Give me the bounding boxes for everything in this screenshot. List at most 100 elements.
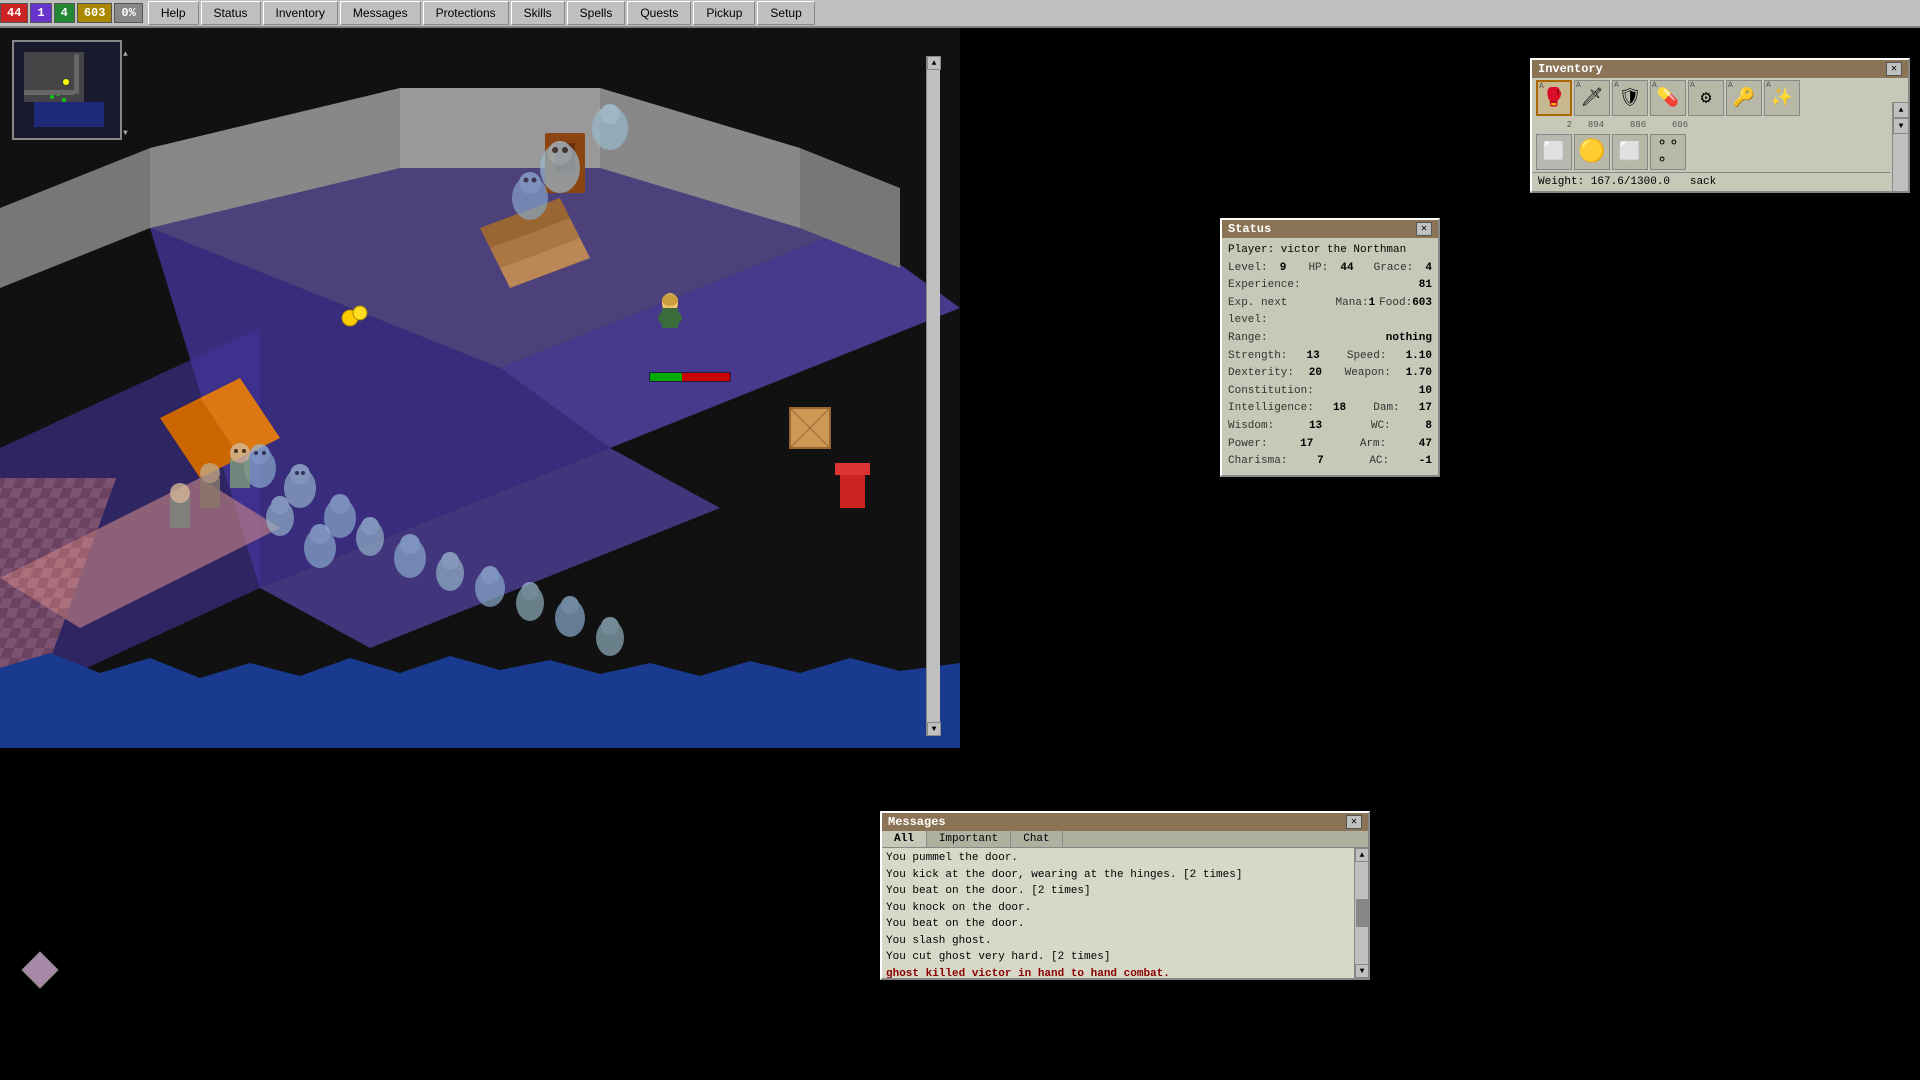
menu-bar: 44 1 4 603 0% Help Status Inventory Mess… [0, 0, 1920, 28]
status-panel-title: Status [1228, 222, 1271, 236]
inv-slot-7[interactable]: 🟡 [1574, 134, 1610, 170]
status-player-row: Player: victor the Northman [1228, 242, 1432, 260]
weapon-label: Weapon: [1345, 365, 1391, 383]
wis-label: Wisdom: [1228, 418, 1274, 436]
spells-button[interactable]: Spells [567, 1, 626, 25]
messages-button[interactable]: Messages [340, 1, 421, 25]
inv-slot-9[interactable]: ⚬⚬⚬ [1650, 134, 1686, 170]
hp-stat: 44 [0, 3, 28, 23]
status-range-row: Range: nothing [1228, 330, 1432, 348]
msg-scrollthumb[interactable] [1356, 899, 1370, 927]
setup-button[interactable]: Setup [757, 1, 814, 25]
inv-scroll-dn[interactable]: ▼ [1893, 118, 1909, 134]
arm-label: Arm: [1360, 436, 1386, 454]
status-int-row: Intelligence: 18 Dam: 17 [1228, 400, 1432, 418]
pickup-button[interactable]: Pickup [693, 1, 755, 25]
msg-tab-all[interactable]: All [882, 831, 927, 847]
exp-label: Experience: [1228, 277, 1301, 295]
range-label: Range: [1228, 330, 1268, 348]
msg-line-3: You knock on the door. [886, 900, 1364, 917]
status-panel-content: Player: victor the Northman Level: 9 HP:… [1222, 238, 1438, 475]
status-exp-row: Experience: 81 [1228, 277, 1432, 295]
skills-button[interactable]: Skills [511, 1, 565, 25]
iso-scene-svg [0, 28, 960, 748]
food-label2: Food: [1379, 295, 1412, 330]
exp-val: 81 [1419, 277, 1432, 295]
mana-stat: 1 [30, 3, 51, 23]
wc-label: WC: [1371, 418, 1391, 436]
status-player: Player: victor the Northman [1228, 242, 1406, 260]
minimap-scroll-up[interactable]: ▲ [123, 50, 128, 59]
msg-panel-title: Messages [888, 815, 946, 829]
game-scene[interactable] [0, 28, 960, 748]
status-str-row: Strength: 13 Speed: 1.10 [1228, 348, 1432, 366]
pow-val: 17 [1300, 436, 1313, 454]
inv-slot-3[interactable]: A 💊 [1650, 80, 1686, 116]
status-pow-row: Power: 17 Arm: 47 [1228, 436, 1432, 454]
inv-scroll-up[interactable]: ▲ [1893, 102, 1909, 118]
inv-slot-4[interactable]: A ⚙ [1688, 80, 1724, 116]
dam-val: 17 [1419, 400, 1432, 418]
con-label: Constitution: [1228, 383, 1314, 401]
hp-val: 44 [1340, 260, 1353, 278]
inv-scrollbar[interactable]: ▲ ▼ [1892, 102, 1908, 191]
map-scroll-dn-btn[interactable]: ▼ [927, 722, 941, 736]
msg-line-6: You cut ghost very hard. [2 times] [886, 949, 1364, 966]
inv-weight-text: Weight: 167.6/1300.0 [1538, 176, 1670, 188]
str-label: Strength: [1228, 348, 1287, 366]
msg-scroll-up[interactable]: ▲ [1355, 848, 1369, 862]
speed-label: Speed: [1347, 348, 1387, 366]
msg-panel-titlebar: Messages ✕ [882, 813, 1368, 831]
inv-panel-title: Inventory [1538, 62, 1603, 76]
msg-tab-chat[interactable]: Chat [1011, 831, 1062, 847]
minimap[interactable] [12, 40, 122, 140]
speed-val: 1.10 [1406, 348, 1432, 366]
map-scroll-up-btn[interactable]: ▲ [927, 56, 941, 70]
inv-slot-6[interactable]: A ✨ [1764, 80, 1800, 116]
grace-label: Grace: [1374, 260, 1414, 278]
msg-line-4: You beat on the door. [886, 916, 1364, 933]
dex-val: 20 [1309, 365, 1322, 383]
status-button[interactable]: Status [201, 1, 261, 25]
compass-svg [20, 950, 60, 990]
inv-slot-2[interactable]: A 🛡 [1612, 80, 1648, 116]
help-button[interactable]: Help [148, 1, 199, 25]
msg-content[interactable]: You pummel the door. You kick at the doo… [882, 848, 1368, 978]
status-panel: Status ✕ Player: victor the Northman Lev… [1220, 218, 1440, 477]
msg-line-2: You beat on the door. [2 times] [886, 883, 1364, 900]
food-val2: 603 [1412, 295, 1432, 330]
protections-button[interactable]: Protections [423, 1, 509, 25]
pct-stat: 0% [114, 3, 142, 23]
msg-panel-close[interactable]: ✕ [1346, 815, 1362, 829]
inv-panel-titlebar: Inventory ✕ [1532, 60, 1908, 78]
mana-val2: 1 [1369, 295, 1376, 330]
minimap-scroll-dn[interactable]: ▼ [123, 129, 128, 138]
status-level-row: Level: 9 HP: 44 Grace: 4 [1228, 260, 1432, 278]
status-wis-row: Wisdom: 13 WC: 8 [1228, 418, 1432, 436]
inv-slot-0[interactable]: A 🥊 [1536, 80, 1572, 116]
hp-label: HP: [1308, 260, 1328, 278]
cha-val: 7 [1317, 453, 1324, 471]
map-scrollbar-v[interactable]: ▲ ▼ [926, 56, 940, 736]
inv-slot-5[interactable]: A 🔑 [1726, 80, 1762, 116]
dex-label: Dexterity: [1228, 365, 1294, 383]
quests-button[interactable]: Quests [627, 1, 691, 25]
inv-labels-row: 2 894 886 606 [1532, 118, 1890, 132]
weapon-val: 1.70 [1406, 365, 1432, 383]
gold-stat: 603 [77, 3, 113, 23]
msg-line-7: ghost killed victor in hand to hand comb… [886, 966, 1364, 979]
minimap-controls: ▲ ▼ [123, 50, 128, 138]
inv-sack-text: sack [1690, 176, 1716, 188]
msg-tab-important[interactable]: Important [927, 831, 1011, 847]
msg-scrollbar[interactable]: ▲ ▼ [1354, 848, 1368, 978]
msg-line-0: You pummel the door. [886, 850, 1364, 867]
inv-panel-close[interactable]: ✕ [1886, 62, 1902, 76]
inv-row-2: ⬜ 🟡 ⬜ ⚬⚬⚬ [1532, 132, 1890, 172]
inv-slot-8[interactable]: ⬜ [1612, 134, 1648, 170]
status-panel-close[interactable]: ✕ [1416, 222, 1432, 236]
msg-scroll-dn[interactable]: ▼ [1355, 964, 1369, 978]
inventory-button[interactable]: Inventory [263, 1, 338, 25]
inv-slot-1[interactable]: A 🗡 [1574, 80, 1610, 116]
status-dex-row: Dexterity: 20 Weapon: 1.70 [1228, 365, 1432, 383]
game-viewport: ▲ ▼ ▲ ▼ Status ✕ Player: victor the Nort… [0, 28, 1920, 1080]
